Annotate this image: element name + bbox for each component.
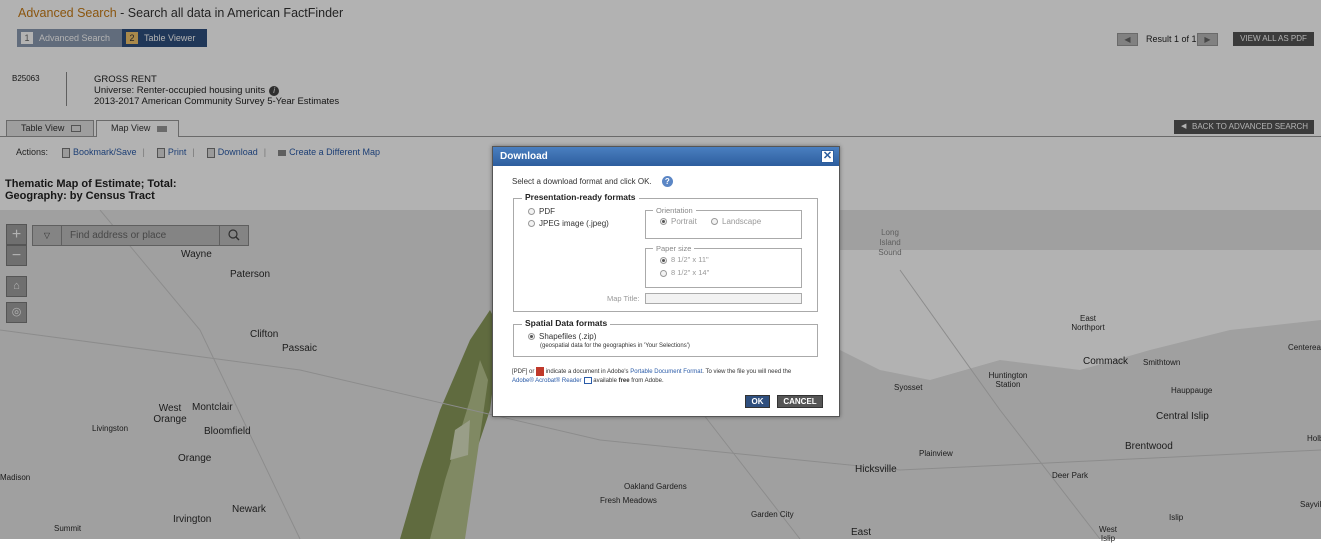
paper-legal-radio[interactable]: 8 1/2" x 14": [660, 268, 709, 277]
map-title-input[interactable]: [645, 293, 802, 304]
download-dialog: Download ✕ Select a download format and …: [492, 146, 840, 417]
ok-button[interactable]: OK: [745, 395, 770, 408]
acrobat-reader-link[interactable]: Adobe® Acrobat® Reader: [512, 378, 582, 384]
help-icon[interactable]: ?: [661, 176, 673, 187]
spatial-legend: Spatial Data formats: [522, 318, 611, 328]
presentation-legend: Presentation-ready formats: [522, 192, 639, 202]
format-jpeg-radio[interactable]: JPEG image (.jpeg): [528, 219, 609, 228]
orientation-legend: Orientation: [653, 206, 696, 215]
map-title-label: Map Title:: [607, 294, 640, 303]
pdf-format-link[interactable]: Portable Document Format: [630, 369, 702, 375]
pdf-icon: [536, 367, 545, 376]
format-pdf-radio[interactable]: PDF: [528, 207, 555, 216]
orientation-portrait-radio[interactable]: Portrait: [660, 217, 697, 226]
shapefile-note: (geospatial data for the geographies in …: [540, 343, 690, 349]
format-shapefile-radio[interactable]: Shapefiles (.zip): [528, 332, 596, 341]
orientation-landscape-radio[interactable]: Landscape: [711, 217, 761, 226]
dialog-title: Download: [493, 147, 839, 166]
paper-size-legend: Paper size: [653, 244, 695, 253]
paper-letter-radio[interactable]: 8 1/2" x 11": [660, 255, 709, 264]
dialog-intro: Select a download format and click OK. ?: [512, 176, 673, 187]
cancel-button[interactable]: CANCEL: [777, 395, 823, 408]
close-icon: ✕: [822, 150, 833, 162]
pdf-footnote: [PDF] or indicate a document in Adobe's …: [512, 367, 832, 386]
close-button[interactable]: ✕: [821, 150, 834, 163]
external-link-icon: [583, 377, 592, 385]
